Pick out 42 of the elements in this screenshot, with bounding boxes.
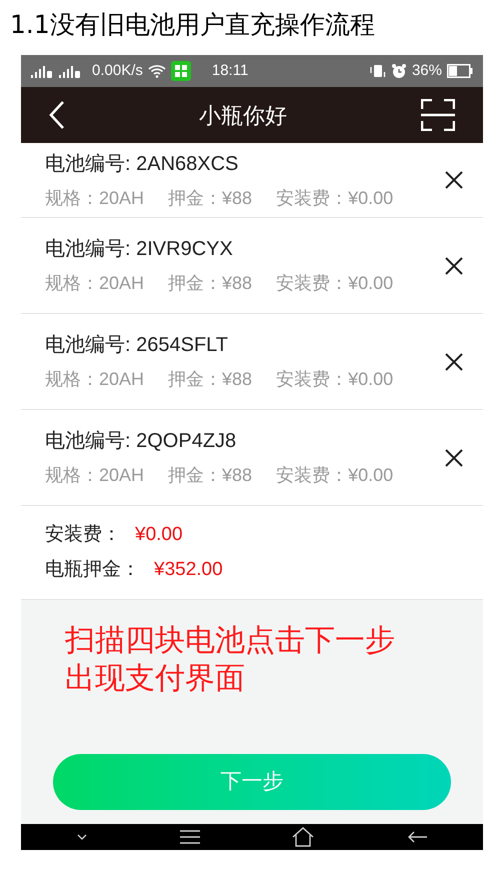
battery-deposit: 押金：¥88 — [168, 464, 252, 487]
menu-icon[interactable] — [180, 830, 200, 844]
alarm-icon — [390, 63, 407, 79]
battery-number: 电池编号: 2654SFLT — [45, 333, 230, 358]
vibrate-icon — [370, 63, 386, 79]
annotation-text: 扫描四块电池点击下一步 出现支付界面 — [65, 622, 396, 698]
battery-spec: 规格：20AH — [45, 272, 144, 295]
battery-deposit: 押金：¥88 — [168, 186, 252, 210]
scan-icon[interactable] — [421, 99, 455, 131]
home-icon[interactable] — [292, 827, 314, 847]
summary-value: ¥352.00 — [154, 558, 223, 582]
battery-number: 电池编号: 2IVR9CYX — [45, 237, 234, 262]
installation-fee: 安装费：¥0.00 — [276, 464, 394, 487]
close-icon[interactable] — [445, 352, 463, 370]
battery-number: 电池编号: 2AN68XCS — [45, 152, 240, 176]
installation-fee: 安装费：¥0.00 — [276, 368, 394, 391]
page-heading: 1.1没有旧电池用户直充操作流程 — [10, 9, 375, 41]
back-arrow-icon[interactable] — [406, 831, 427, 843]
battery-spec: 规格：20AH — [45, 464, 144, 487]
close-icon[interactable] — [445, 256, 463, 274]
installation-fee: 安装费：¥0.00 — [276, 186, 394, 210]
network-speed: 0.00K/s — [92, 60, 143, 81]
summary-label: 安装费： — [45, 523, 121, 547]
battery-number: 电池编号: 2QOP4ZJ8 — [45, 429, 238, 454]
wifi-icon — [148, 64, 166, 78]
summary-label: 电瓶押金： — [45, 558, 140, 582]
battery-spec: 规格：20AH — [45, 186, 144, 210]
page-title: 小瓶你好 — [199, 102, 287, 130]
close-icon[interactable] — [445, 448, 463, 466]
close-icon[interactable] — [445, 171, 463, 189]
chevron-down-icon[interactable] — [77, 834, 88, 840]
clock-time: 18:11 — [212, 60, 248, 81]
battery-icon — [447, 64, 473, 78]
app-icon — [170, 61, 191, 81]
battery-percent: 36% — [412, 60, 442, 81]
battery-deposit: 押金：¥88 — [168, 368, 252, 391]
installation-fee: 安装费：¥0.00 — [276, 272, 394, 295]
back-icon[interactable] — [49, 100, 65, 130]
summary-value: ¥0.00 — [135, 523, 183, 547]
battery-spec: 规格：20AH — [45, 368, 144, 391]
next-button[interactable]: 下一步 — [53, 754, 451, 810]
battery-deposit: 押金：¥88 — [168, 272, 252, 295]
